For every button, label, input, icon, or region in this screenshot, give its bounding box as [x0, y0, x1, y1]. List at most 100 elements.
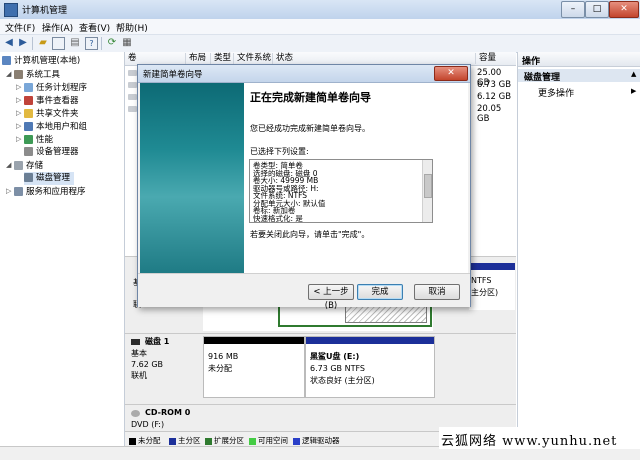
- new-simple-volume-wizard: 新建简单卷向导 ✕ 正在完成新建简单卷向导 您已经成功完成新建简单卷向导。 已选…: [137, 64, 471, 311]
- tree-item-device-manager[interactable]: 设备管理器: [24, 146, 79, 159]
- forward-arrow-icon[interactable]: ▶: [17, 37, 29, 49]
- expand-arrow-icon[interactable]: ◢: [6, 159, 14, 172]
- window-title: 计算机管理: [22, 6, 68, 16]
- column-capacity[interactable]: 容量: [475, 53, 496, 64]
- export-icon[interactable]: ▦: [121, 37, 133, 49]
- cdrom-icon: [131, 410, 140, 417]
- primary-partition-bar: [306, 337, 434, 344]
- menu-action[interactable]: 操作(A): [42, 21, 73, 34]
- actions-section-label: 磁盘管理: [524, 73, 561, 83]
- actions-section[interactable]: 磁盘管理 ▲: [518, 69, 640, 83]
- legend-swatch: [205, 437, 212, 445]
- maximize-button[interactable]: □: [585, 1, 609, 18]
- minimize-button[interactable]: –: [561, 1, 585, 18]
- settings-scrollbar[interactable]: [422, 160, 432, 222]
- collapse-arrow-icon[interactable]: ▷: [16, 94, 24, 107]
- clock-icon: [24, 83, 33, 92]
- disk-1-row: 磁盘 1 基本 7.62 GB 联机 916 MB 未分配 黑鲨U盘 (E:) …: [125, 333, 516, 404]
- actions-header: 操作: [518, 52, 640, 67]
- partition-fs: NTFS: [471, 276, 492, 285]
- usb-volume-block[interactable]: 黑鲨U盘 (E:) 6.73 GB NTFS 状态良好 (主分区): [305, 336, 435, 398]
- submenu-arrow-icon: ▶: [631, 87, 637, 95]
- event-icon: [24, 96, 33, 105]
- tree-item-services-apps[interactable]: ▷ 服务和应用程序: [6, 185, 86, 198]
- column-volume[interactable]: 卷: [125, 53, 137, 64]
- show-tree-icon[interactable]: [52, 37, 65, 50]
- wizard-banner-image: [140, 83, 244, 273]
- collapse-arrow-icon[interactable]: ▷: [16, 81, 24, 94]
- scrollbar-thumb[interactable]: [424, 174, 432, 198]
- expand-arrow-icon[interactable]: ◢: [6, 68, 14, 81]
- tree-item-system-tools[interactable]: ◢ 系统工具: [6, 68, 60, 81]
- tree-item-storage[interactable]: ◢ 存储: [6, 159, 43, 172]
- column-type[interactable]: 类型: [210, 53, 231, 64]
- collapse-icon[interactable]: ▲: [631, 70, 636, 78]
- tools-icon: [14, 70, 23, 79]
- volume-icon: [128, 94, 137, 100]
- toolbar-separator: [101, 37, 102, 50]
- legend-extended: 扩展分区: [205, 435, 244, 446]
- disk-1-name: 磁盘 1: [145, 337, 170, 346]
- legend-swatch: [129, 437, 136, 445]
- storage-icon: [14, 161, 23, 170]
- back-arrow-icon[interactable]: ◀: [3, 37, 15, 49]
- properties-icon[interactable]: ▤: [69, 37, 81, 49]
- volume-icon: [128, 82, 137, 88]
- wizard-footer: < 上一步(B) 完成 取消: [138, 273, 470, 311]
- unallocated-bar: [204, 337, 304, 344]
- help-icon[interactable]: ?: [85, 37, 98, 50]
- collapse-arrow-icon[interactable]: ▷: [16, 107, 24, 120]
- partition-status: 主分区): [471, 288, 499, 297]
- finish-button[interactable]: 完成: [357, 284, 403, 300]
- collapse-arrow-icon[interactable]: ▷: [16, 120, 24, 133]
- cancel-button[interactable]: 取消: [414, 284, 460, 300]
- wizard-title: 新建简单卷向导: [143, 70, 203, 80]
- column-layout[interactable]: 布局: [185, 53, 206, 64]
- collapse-arrow-icon[interactable]: ▷: [6, 185, 14, 198]
- disk-icon: [24, 173, 33, 182]
- legend-unallocated: 未分配: [129, 435, 161, 446]
- navigation-tree: 计算机管理(本地) ◢ 系统工具 ▷ 任务计划程序 ▷ 事件查看器 ▷ 共享文件夹 ▷ 本…: [0, 52, 125, 446]
- disk-icon: [131, 339, 140, 345]
- volume-capacity: 6.73 GB: [477, 80, 512, 90]
- toolbar: ◀ ▶ ▰ ▤ ? ⟳ ▦: [0, 35, 640, 53]
- unallocated-size: 916 MB: [208, 352, 239, 361]
- actions-pane: 操作 磁盘管理 ▲ 更多操作 ▶: [517, 52, 640, 446]
- volume-capacity: 20.05 GB: [477, 104, 502, 124]
- folder-up-icon[interactable]: ▰: [37, 37, 49, 49]
- computer-management-icon: [4, 3, 18, 17]
- tree-item-root[interactable]: 计算机管理(本地): [2, 55, 80, 68]
- more-actions[interactable]: 更多操作: [538, 86, 574, 99]
- tree-item-performance[interactable]: ▷ 性能: [16, 133, 53, 146]
- tree-item-event-viewer[interactable]: ▷ 事件查看器: [16, 94, 79, 107]
- close-hint: 若要关闭此向导，请单击"完成"。: [250, 230, 370, 239]
- legend-swatch: [293, 437, 300, 445]
- menu-file[interactable]: 文件(F): [5, 21, 35, 34]
- menu-bar: 文件(F) 操作(A) 查看(V) 帮助(H): [0, 19, 640, 35]
- refresh-icon[interactable]: ⟳: [106, 37, 118, 49]
- wizard-close-button[interactable]: ✕: [434, 66, 468, 81]
- volume-icon: [128, 106, 137, 112]
- tree-item-shared-folders[interactable]: ▷ 共享文件夹: [16, 107, 79, 120]
- legend-swatch: [169, 437, 176, 445]
- back-button[interactable]: < 上一步(B): [308, 284, 354, 311]
- menu-help[interactable]: 帮助(H): [116, 21, 148, 34]
- close-button[interactable]: ✕: [609, 1, 639, 18]
- tree-item-disk-management[interactable]: 磁盘管理: [24, 172, 75, 185]
- menu-view[interactable]: 查看(V): [79, 21, 110, 34]
- collapse-arrow-icon[interactable]: ▷: [16, 133, 24, 146]
- usb-volume-status: 状态良好 (主分区): [310, 376, 375, 385]
- computer-icon: [2, 56, 11, 65]
- performance-icon: [24, 135, 33, 144]
- tree-item-local-users[interactable]: ▷ 本地用户和组: [16, 120, 87, 133]
- disk-1-state: 联机: [131, 371, 147, 380]
- settings-list[interactable]: 卷类型: 简单卷 选择的磁盘: 磁盘 0 卷大小: 49999 MB 驱动器号或…: [249, 159, 433, 223]
- tree-item-task-scheduler[interactable]: ▷ 任务计划程序: [16, 81, 87, 94]
- watermark: 云狐网络 www.yunhu.net: [439, 427, 640, 449]
- usb-volume-fs: 6.73 GB NTFS: [310, 364, 365, 373]
- users-icon: [24, 122, 33, 131]
- column-filesystem[interactable]: 文件系统: [233, 53, 271, 64]
- usb-volume-name: 黑鲨U盘 (E:): [310, 352, 360, 361]
- unallocated-block[interactable]: 916 MB 未分配: [203, 336, 305, 398]
- column-status[interactable]: 状态: [272, 53, 293, 64]
